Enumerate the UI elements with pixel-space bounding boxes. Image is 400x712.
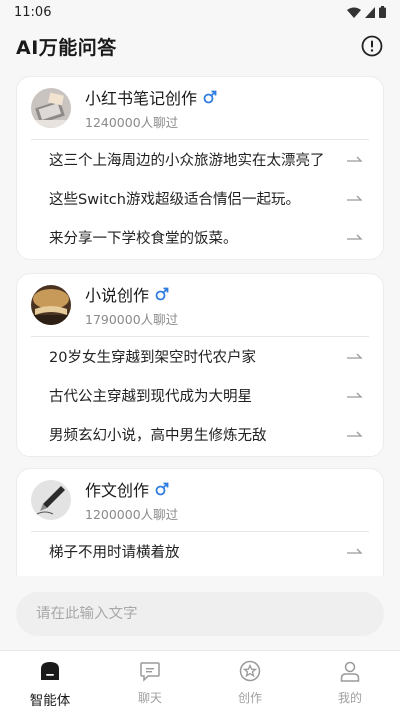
open-book-image (31, 285, 71, 325)
arrow-right-icon (347, 392, 363, 398)
info-button[interactable] (360, 34, 384, 58)
signal-icon (365, 6, 375, 18)
avatar (31, 480, 71, 520)
tab-chat[interactable]: 聊天 (100, 651, 200, 712)
prompt-item[interactable]: 男频玄幻小说，高中男生修炼无敌 (17, 415, 383, 454)
prompt-text: 男频玄幻小说，高中男生修炼无敌 (49, 428, 267, 444)
tab-label: 聊天 (137, 691, 162, 705)
arrow-right-icon (347, 195, 363, 201)
agent-card-essay[interactable]: 作文创作 1200000人聊过 梯子不用时请横着放 (16, 468, 384, 576)
arrow-right-icon (347, 234, 363, 240)
chat-count: 1790000人聊过 (85, 312, 179, 327)
arrow-right-icon (347, 353, 363, 359)
wifi-icon (347, 7, 361, 18)
prompt-text: 梯子不用时请横着放 (49, 545, 180, 561)
prompt-item[interactable]: 20岁女生穿越到架空时代农户家 (17, 337, 383, 376)
agent-card-novel[interactable]: 小说创作 1790000人聊过 20岁女生穿越到架空时代农户家 古代公主穿越到现… (16, 273, 384, 457)
avatar (31, 285, 71, 325)
card-title: 小红书笔记创作 (85, 89, 198, 108)
chat-count: 1200000人聊过 (85, 507, 179, 522)
card-header[interactable]: 作文创作 1200000人聊过 (17, 469, 383, 531)
battery-icon (379, 6, 386, 18)
create-star-icon (238, 659, 262, 683)
status-time: 11:06 (14, 4, 52, 20)
app-header: AI万能问答 (0, 24, 400, 68)
notebook-laptop-image (31, 88, 71, 128)
card-title: 作文创作 (85, 481, 150, 500)
avatar (31, 88, 71, 128)
tab-label: 创作 (237, 691, 262, 705)
arrow-right-icon (347, 548, 363, 554)
bottom-tab-bar: 智能体 聊天 创作 我的 (0, 650, 400, 712)
card-title: 小说创作 (85, 286, 150, 305)
chat-bubble-icon (138, 659, 162, 683)
prompt-item[interactable]: 梯子不用时请横着放 (17, 532, 383, 571)
agent-icon (38, 659, 62, 683)
tab-profile[interactable]: 我的 (300, 651, 400, 712)
fountain-pen-image (31, 480, 71, 520)
prompt-item[interactable]: 这三个上海周边的小众旅游地实在太漂亮了 (17, 140, 383, 179)
prompt-text: 来分享一下学校食堂的饭菜。 (49, 231, 238, 247)
arrow-right-icon (347, 431, 363, 437)
male-symbol-icon (155, 287, 169, 301)
card-header[interactable]: 小说创作 1790000人聊过 (17, 274, 383, 336)
card-header[interactable]: 小红书笔记创作 1240000人聊过 (17, 77, 383, 139)
status-icons (347, 6, 386, 18)
prompt-text: 20岁女生穿越到架空时代农户家 (49, 350, 256, 366)
status-bar: 11:06 (0, 0, 400, 24)
chat-count: 1240000人聊过 (85, 115, 179, 130)
chat-input-container[interactable] (16, 592, 384, 636)
male-symbol-icon (155, 482, 169, 496)
tab-label: 智能体 (29, 693, 71, 709)
male-symbol-icon (203, 90, 217, 104)
tab-create[interactable]: 创作 (200, 651, 300, 712)
tab-agents[interactable]: 智能体 (0, 651, 100, 712)
prompt-item[interactable]: 这些Switch游戏超级适合情侣一起玩。 (17, 179, 383, 218)
info-circle-icon (361, 35, 383, 57)
profile-icon (338, 659, 362, 683)
prompt-text: 这三个上海周边的小众旅游地实在太漂亮了 (49, 153, 325, 169)
page-title: AI万能问答 (16, 36, 117, 59)
prompt-text: 这些Switch游戏超级适合情侣一起玩。 (49, 192, 300, 208)
tab-label: 我的 (337, 691, 362, 705)
prompt-text: 古代公主穿越到现代成为大明星 (49, 389, 252, 405)
chat-input[interactable] (36, 606, 356, 622)
agent-card-xiaohongshu[interactable]: 小红书笔记创作 1240000人聊过 这三个上海周边的小众旅游地实在太漂亮了 这… (16, 76, 384, 260)
prompt-item[interactable]: 来分享一下学校食堂的饭菜。 (17, 218, 383, 257)
agent-feed[interactable]: 小红书笔记创作 1240000人聊过 这三个上海周边的小众旅游地实在太漂亮了 这… (0, 74, 400, 576)
arrow-right-icon (347, 156, 363, 162)
prompt-item[interactable]: 古代公主穿越到现代成为大明星 (17, 376, 383, 415)
